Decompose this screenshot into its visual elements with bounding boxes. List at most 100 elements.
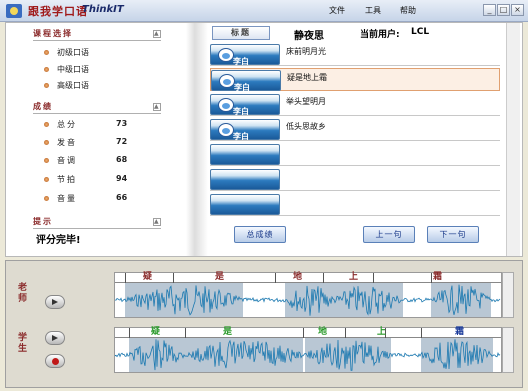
sentence-row[interactable]: 李白 举头望明月 — [210, 93, 500, 116]
total-score-button[interactable]: 总成绩 — [234, 226, 286, 243]
app-brand: ThinkIT — [82, 4, 124, 15]
course-section-title: 课程选择 — [33, 29, 73, 38]
course-item-basic[interactable]: 初级口语 — [44, 47, 89, 58]
maximize-button[interactable]: □ — [497, 4, 510, 16]
teacher-word-label: 霜 — [433, 272, 443, 282]
notebook-spiral — [186, 23, 208, 256]
score-section-header: 成绩 ▲ — [33, 101, 161, 114]
score-label: 总分 — [44, 119, 77, 130]
avatar-icon — [218, 123, 234, 137]
sentence-row[interactable]: 李白 低头思故乡 — [210, 118, 500, 141]
poem-title: 静夜思 — [294, 31, 324, 42]
bullet-icon — [44, 83, 49, 88]
student-word-divider — [345, 328, 346, 338]
right-page: 标题 静夜思 当前用户: LCL 李白 床前明月光 李白 疑是地上霜 李白 举头望明月 李白… — [208, 23, 520, 256]
sentence-row[interactable] — [210, 143, 500, 166]
sentence-text: 床前明月光 — [286, 47, 326, 56]
sentence-row[interactable]: 李白 床前明月光 — [210, 43, 500, 66]
hint-section-title: 提示 — [33, 217, 53, 226]
prev-sentence-button[interactable]: 上一句 — [363, 226, 415, 243]
sentence-play-button[interactable] — [210, 144, 280, 165]
student-word-label: 霜 — [455, 327, 465, 337]
student-word-divider — [129, 328, 130, 338]
sentence-text: 疑是地上霜 — [287, 73, 327, 82]
score-row-total: 总分 73 — [44, 119, 144, 131]
sentence-play-button[interactable]: 李白 — [210, 119, 280, 141]
score-row-volume: 音量 66 — [44, 193, 144, 205]
hint-section-header: 提示 ▲ — [33, 216, 161, 229]
collapse-icon[interactable]: ▲ — [153, 218, 161, 226]
menu-tools[interactable]: 工具 — [365, 5, 381, 16]
current-user-label: 当前用户: — [360, 30, 400, 40]
author-name: 李白 — [233, 57, 249, 66]
teacher-play-button[interactable] — [45, 295, 65, 309]
bullet-icon — [44, 67, 49, 72]
right-scrollbar[interactable] — [506, 23, 520, 256]
teacher-word-bar: 疑是地上霜 — [115, 272, 501, 283]
student-word-divider — [421, 328, 422, 338]
score-section-title: 成绩 — [33, 102, 53, 111]
collapse-icon[interactable]: ▲ — [153, 30, 161, 38]
menu-help[interactable]: 帮助 — [400, 5, 416, 16]
score-value: 73 — [116, 119, 128, 128]
app-window: 跟我学口语 ThinkIT 文件 工具 帮助 _ □ × 课程选择 ▲ 初级口语… — [0, 0, 528, 391]
menu-file[interactable]: 文件 — [329, 5, 345, 16]
student-record-button[interactable] — [45, 354, 65, 368]
avatar-icon — [218, 98, 234, 112]
sentence-play-button[interactable]: 李白 — [210, 44, 280, 66]
sentence-play-button[interactable] — [210, 194, 280, 215]
student-word-divider — [185, 328, 186, 338]
student-word-label: 上 — [377, 327, 387, 337]
tab-title[interactable]: 标题 — [212, 26, 270, 40]
teacher-wave-scrollbar[interactable] — [502, 272, 514, 318]
avatar-icon — [218, 48, 234, 62]
course-label: 中级口语 — [57, 65, 89, 74]
bullet-icon — [44, 140, 49, 145]
teacher-word-label: 疑 — [143, 272, 153, 282]
sentence-row[interactable]: 李白 疑是地上霜 — [210, 68, 500, 92]
student-waveform[interactable]: 疑是地上霜 — [114, 327, 502, 373]
course-item-intermediate[interactable]: 中级口语 — [44, 64, 89, 75]
sentence-play-button[interactable] — [210, 169, 280, 190]
bullet-icon — [44, 177, 49, 182]
audio-panel: 老师 疑是地上霜 学生 疑是地上霜 — [5, 260, 523, 388]
teacher-waveform-trace — [115, 284, 501, 316]
student-waveform-trace — [115, 339, 501, 371]
teacher-word-label: 地 — [293, 272, 303, 282]
current-user-name: LCL — [411, 27, 430, 37]
teacher-label: 老师 — [18, 283, 28, 304]
teacher-word-divider — [125, 273, 126, 283]
course-label: 初级口语 — [57, 48, 89, 57]
collapse-icon[interactable]: ▲ — [153, 103, 161, 111]
sentence-row[interactable] — [210, 168, 500, 191]
course-item-advanced[interactable]: 高级口语 — [44, 80, 89, 91]
score-row-pronunciation: 发音 72 — [44, 137, 144, 149]
teacher-word-divider — [323, 273, 324, 283]
title-bar: 跟我学口语 ThinkIT 文件 工具 帮助 _ □ × — [0, 0, 528, 22]
bullet-icon — [44, 196, 49, 201]
student-wave-scrollbar[interactable] — [502, 327, 514, 373]
next-sentence-button[interactable]: 下一句 — [427, 226, 479, 243]
score-label: 节拍 — [44, 174, 77, 185]
teacher-waveform[interactable]: 疑是地上霜 — [114, 272, 502, 318]
student-word-label: 是 — [223, 327, 233, 337]
course-section-header: 课程选择 ▲ — [33, 28, 161, 41]
author-name: 李白 — [233, 107, 249, 116]
bullet-icon — [44, 158, 49, 163]
score-value: 94 — [116, 174, 128, 183]
sentence-play-button[interactable]: 李白 — [211, 70, 281, 92]
notebook-panel: 课程选择 ▲ 初级口语 中级口语 高级口语 成绩 ▲ 总分 73 发音 72 音调 6… — [5, 22, 523, 257]
score-value: 66 — [116, 193, 128, 202]
sentence-row[interactable] — [210, 193, 500, 216]
score-label: 音调 — [44, 155, 77, 166]
sentence-play-button[interactable]: 李白 — [210, 94, 280, 116]
student-play-button[interactable] — [45, 331, 65, 345]
teacher-word-label: 是 — [215, 272, 225, 282]
student-label: 学生 — [18, 333, 28, 354]
minimize-button[interactable]: _ — [483, 4, 496, 16]
teacher-word-divider — [173, 273, 174, 283]
score-value: 68 — [116, 155, 128, 164]
student-word-bar: 疑是地上霜 — [115, 327, 501, 338]
close-button[interactable]: × — [511, 4, 524, 16]
author-name: 李白 — [233, 132, 249, 141]
